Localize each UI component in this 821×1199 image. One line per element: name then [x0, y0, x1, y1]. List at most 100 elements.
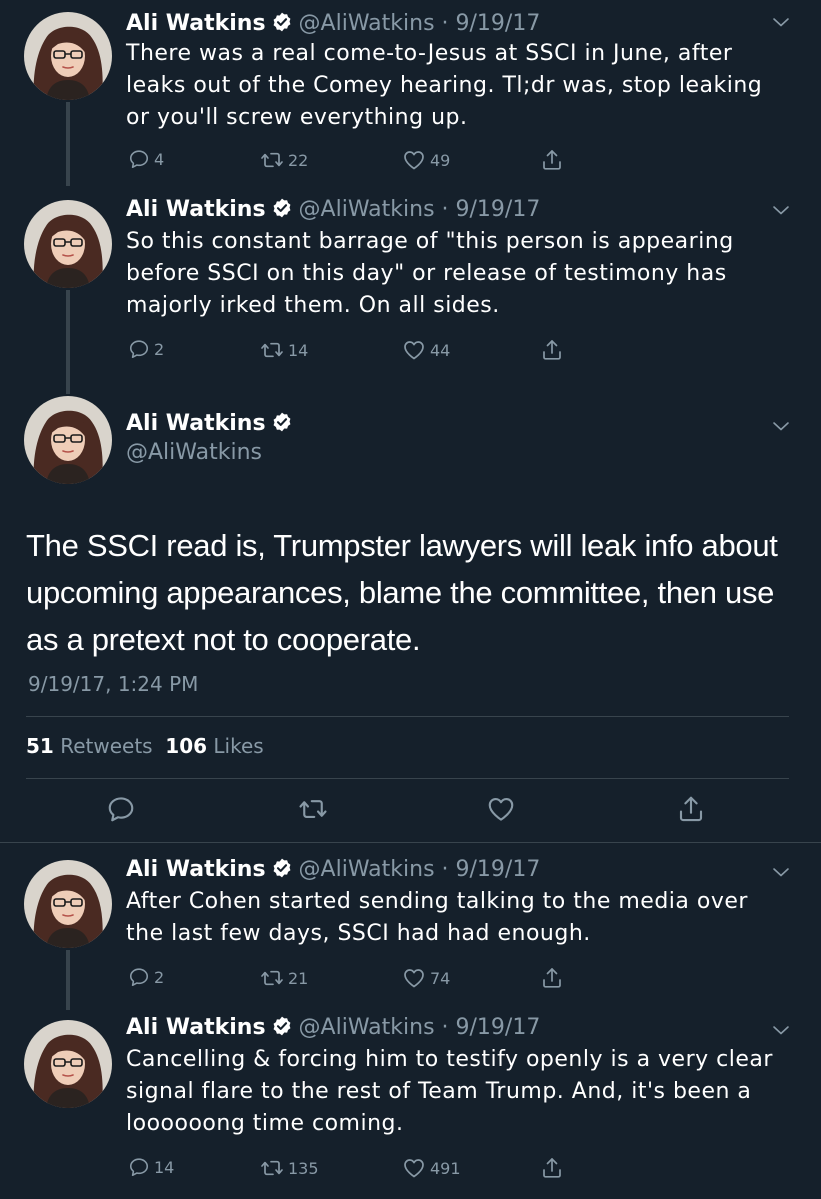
author-name[interactable]: Ali Watkins: [126, 857, 266, 882]
reply-count: 14: [154, 1157, 175, 1177]
avatar[interactable]: [24, 860, 112, 948]
heart-icon: [402, 1156, 426, 1180]
divider: [26, 716, 789, 717]
tweet-thread-view: Ali Watkins @AliWatkins · 9/19/17 There w…: [0, 0, 821, 1199]
retweet-button[interactable]: 22: [260, 148, 308, 172]
chevron-down-icon[interactable]: [769, 860, 793, 888]
chevron-down-icon[interactable]: [769, 198, 793, 226]
share-icon: [676, 794, 706, 824]
tweet-meta: @AliWatkins · 9/19/17: [298, 857, 541, 882]
reply-count: 2: [154, 967, 165, 987]
share-button[interactable]: [676, 794, 706, 828]
like-count: 491: [430, 1158, 461, 1178]
share-icon: [540, 148, 564, 172]
heart-icon: [402, 148, 426, 172]
retweet-icon: [260, 966, 284, 990]
divider: [0, 842, 821, 843]
retweet-count: 14: [288, 340, 309, 360]
reply-icon: [128, 966, 150, 988]
retweet-button[interactable]: 135: [260, 1156, 319, 1180]
reply-button[interactable]: 2: [128, 966, 164, 988]
author-name[interactable]: Ali Watkins: [126, 1015, 266, 1040]
verified-badge-icon: [271, 857, 293, 887]
author-name-line: Ali Watkins: [126, 410, 299, 441]
verified-badge-icon: [271, 411, 293, 441]
avatar[interactable]: [24, 12, 112, 100]
verified-badge-icon: [271, 197, 293, 227]
reply-icon: [128, 338, 150, 360]
reply-count: 2: [154, 339, 165, 359]
avatar[interactable]: [24, 1020, 112, 1108]
like-count: 49: [430, 150, 451, 170]
heart-icon: [402, 338, 426, 362]
like-button[interactable]: 74: [402, 966, 450, 990]
reply-button[interactable]: 4: [128, 148, 164, 170]
verified-badge-icon: [271, 11, 293, 41]
tweet-meta: @AliWatkins · 9/19/17: [298, 11, 541, 36]
retweets-stat[interactable]: 51 Retweets: [26, 734, 153, 758]
avatar[interactable]: [24, 200, 112, 288]
share-button[interactable]: [540, 338, 564, 362]
like-button[interactable]: 49: [402, 148, 450, 172]
retweets-label: Retweets: [60, 734, 153, 758]
divider: [26, 778, 789, 779]
retweet-count: 22: [288, 150, 309, 170]
share-icon: [540, 966, 564, 990]
retweet-count: 21: [288, 968, 309, 988]
retweet-count: 135: [288, 1158, 319, 1178]
like-count: 44: [430, 340, 451, 360]
like-button[interactable]: 44: [402, 338, 450, 362]
thread-connector-line: [66, 290, 70, 394]
share-icon: [540, 338, 564, 362]
author-name[interactable]: Ali Watkins: [126, 411, 266, 436]
retweet-button[interactable]: 14: [260, 338, 308, 362]
like-total: 106: [165, 734, 208, 758]
engagement-stats: 51 Retweets 106 Likes: [26, 734, 264, 758]
reply-button[interactable]: 14: [128, 1156, 174, 1178]
thread-connector-line: [66, 102, 70, 186]
share-button[interactable]: [540, 966, 564, 990]
share-button[interactable]: [540, 1156, 564, 1180]
tweet-text: After Cohen started sending talking to t…: [126, 889, 748, 946]
tweet-header: Ali Watkins @AliWatkins · 9/19/17: [126, 856, 540, 887]
tweet-text: Cancelling & forcing him to testify open…: [126, 1047, 773, 1136]
tweet-header: Ali Watkins @AliWatkins · 9/19/17: [126, 1014, 540, 1045]
author-handle[interactable]: @AliWatkins: [126, 440, 262, 465]
tweet-text: So this constant barrage of "this person…: [126, 229, 734, 318]
tweet-meta: @AliWatkins · 9/19/17: [298, 1015, 541, 1040]
reply-button[interactable]: [106, 794, 136, 828]
like-button[interactable]: 491: [402, 1156, 461, 1180]
heart-icon: [486, 794, 516, 824]
heart-icon: [402, 966, 426, 990]
author-name[interactable]: Ali Watkins: [126, 197, 266, 222]
like-count: 74: [430, 968, 451, 988]
retweet-icon: [260, 148, 284, 172]
retweet-icon: [298, 794, 328, 824]
tweet-header: Ali Watkins @AliWatkins · 9/19/17: [126, 10, 540, 41]
share-button[interactable]: [540, 148, 564, 172]
retweet-button[interactable]: 21: [260, 966, 308, 990]
reply-icon: [128, 1156, 150, 1178]
retweet-total: 51: [26, 734, 54, 758]
reply-count: 4: [154, 149, 165, 169]
tweet-text: There was a real come-to-Jesus at SSCI i…: [126, 41, 763, 130]
tweet-timestamp[interactable]: 9/19/17, 1:24 PM: [28, 672, 198, 696]
likes-stat[interactable]: 106 Likes: [165, 734, 263, 758]
chevron-down-icon[interactable]: [769, 1018, 793, 1046]
tweet-meta: @AliWatkins · 9/19/17: [298, 197, 541, 222]
chevron-down-icon[interactable]: [769, 414, 793, 442]
verified-badge-icon: [271, 1015, 293, 1045]
thread-connector-line: [66, 950, 70, 1010]
reply-button[interactable]: 2: [128, 338, 164, 360]
likes-label: Likes: [213, 734, 264, 758]
author-name[interactable]: Ali Watkins: [126, 11, 266, 36]
retweet-button[interactable]: [298, 794, 328, 828]
reply-icon: [128, 148, 150, 170]
retweet-icon: [260, 1156, 284, 1180]
chevron-down-icon[interactable]: [769, 10, 793, 38]
retweet-icon: [260, 338, 284, 362]
focused-tweet-text: The SSCI read is, Trumpster lawyers will…: [26, 528, 778, 657]
share-icon: [540, 1156, 564, 1180]
avatar[interactable]: [24, 396, 112, 484]
like-button[interactable]: [486, 794, 516, 828]
